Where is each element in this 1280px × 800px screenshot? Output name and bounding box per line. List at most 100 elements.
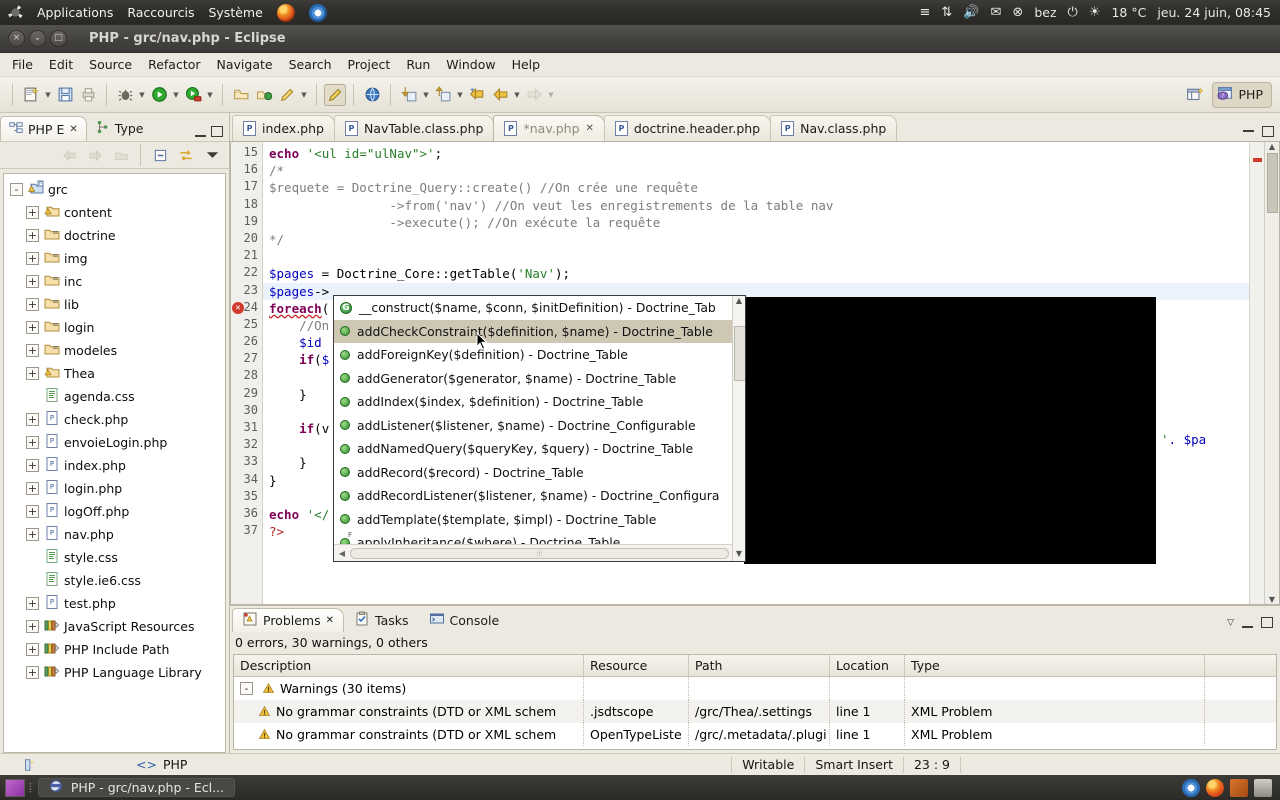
view-menu-icon[interactable]: ▽ [1227, 618, 1234, 628]
tab-php-explorer[interactable]: PHP E ✕ [0, 116, 87, 141]
overview-marker-bar[interactable] [1249, 142, 1264, 604]
autocomplete-item[interactable]: addRecordListener($listener, $name) - Do… [334, 484, 745, 508]
link-with-editor-icon[interactable] [177, 146, 195, 164]
previous-annotation-dropdown-icon[interactable]: ▼ [455, 91, 465, 99]
editor-tab-nav-class-php[interactable]: P Nav.class.php [770, 115, 898, 141]
editor-vertical-scrollbar[interactable]: ▲ ▼ [1264, 142, 1279, 604]
minimize-icon[interactable] [1242, 622, 1253, 628]
menu-navigate[interactable]: Navigate [209, 54, 281, 75]
open-type-icon[interactable] [230, 84, 252, 106]
tree-item-inc[interactable]: + inc [4, 270, 225, 293]
tree-item-javascript-resources[interactable]: + JavaScript Resources [4, 615, 225, 638]
edit-dropdown-icon[interactable]: ▼ [299, 91, 309, 99]
expand-twisty-icon[interactable]: + [26, 528, 39, 541]
expand-twisty-icon[interactable]: + [26, 666, 39, 679]
autocomplete-item[interactable]: G __construct($name, $conn, $initDefiniti… [334, 296, 745, 320]
tree-item-agenda-css[interactable]: agenda.css [4, 385, 225, 408]
power-icon[interactable]: ⏻ [1068, 6, 1078, 19]
autocomplete-item[interactable]: addTemplate($template, $impl) - Doctrine… [334, 508, 745, 532]
mail-icon[interactable]: ✉ [991, 6, 1002, 19]
autocomplete-item[interactable]: addListener($listener, $name) - Doctrine… [334, 414, 745, 438]
tree-item-php-include-path[interactable]: + PHP Include Path [4, 638, 225, 661]
column-header-path[interactable]: Path [689, 655, 830, 676]
debug-dropdown-icon[interactable]: ▼ [137, 91, 147, 99]
code-line[interactable]: $requete = Doctrine_Query::create() //On… [269, 179, 1249, 196]
table-row[interactable]: No grammar constraints (DTD or XML schem… [234, 700, 1276, 723]
column-header-resource[interactable]: Resource [584, 655, 689, 676]
gnome-menu-applications[interactable]: Applications [37, 5, 113, 20]
back-icon[interactable] [489, 84, 511, 106]
collapse-twisty-icon[interactable]: - [10, 183, 23, 196]
expand-twisty-icon[interactable]: + [26, 597, 39, 610]
bottom-tab-problems[interactable]: Problems ✕ [232, 608, 345, 632]
expand-twisty-icon[interactable]: + [26, 298, 39, 311]
expand-twisty-icon[interactable]: + [26, 413, 39, 426]
maximize-button[interactable]: □ [50, 30, 67, 47]
maximize-icon[interactable] [1262, 126, 1274, 137]
taskbar-window-button[interactable]: PHP - grc/nav.php - Ecl... [37, 778, 236, 797]
column-header-location[interactable]: Location [830, 655, 905, 676]
autocomplete-horizontal-scrollbar[interactable]: ◀ ⦙⦙⦙ ▶ [334, 544, 745, 561]
chrome-tray-icon[interactable] [1182, 778, 1200, 797]
column-header-description[interactable]: Description [234, 655, 584, 676]
gnome-menu-systeme[interactable]: Système [208, 5, 262, 20]
scrollbar-thumb[interactable] [734, 326, 745, 381]
expand-twisty-icon[interactable]: + [26, 275, 39, 288]
autocomplete-item[interactable]: addRecord($record) - Doctrine_Table [334, 461, 745, 485]
autocomplete-popup[interactable]: G __construct($name, $conn, $initDefiniti… [333, 295, 746, 562]
run-external-dropdown-icon[interactable]: ▼ [205, 91, 215, 99]
close-icon[interactable]: ✕ [69, 124, 77, 135]
expand-twisty-icon[interactable]: + [26, 321, 39, 334]
expand-twisty-icon[interactable]: + [26, 367, 39, 380]
code-line[interactable]: echo '<ul id="ulNav">'; [269, 145, 1249, 162]
expand-twisty-icon[interactable]: + [26, 436, 39, 449]
error-marker[interactable] [1253, 158, 1262, 162]
collapse-twisty-icon[interactable]: - [240, 682, 253, 695]
run-external-tool-icon[interactable] [182, 84, 204, 106]
code-line[interactable]: ->execute(); //On exécute la requête [269, 214, 1249, 231]
minimize-button[interactable]: ⌄ [29, 30, 46, 47]
expand-twisty-icon[interactable]: + [26, 620, 39, 633]
tree-item-style-css[interactable]: style.css [4, 546, 225, 569]
bottom-tab-tasks[interactable]: Tasks [344, 608, 419, 632]
firefox-icon[interactable] [276, 3, 295, 22]
tree-item-nav-php[interactable]: + Pnav.php [4, 523, 225, 546]
error-marker-icon[interactable]: ✕ [232, 301, 244, 314]
back-dropdown-icon[interactable]: ▼ [512, 91, 522, 99]
autocomplete-list[interactable]: G __construct($name, $conn, $initDefiniti… [334, 296, 745, 544]
table-row[interactable]: - Warnings (30 items) [234, 677, 1276, 700]
volume-icon[interactable]: 🔊 [963, 6, 979, 19]
menu-help[interactable]: Help [504, 54, 549, 75]
minimize-icon[interactable] [1243, 126, 1254, 132]
close-icon[interactable]: ✕ [326, 615, 334, 626]
problems-table[interactable]: Description Resource Path Location Type - War… [233, 654, 1277, 750]
new-wizard-icon[interactable] [20, 84, 42, 106]
menu-run[interactable]: Run [398, 54, 438, 75]
network-up-down-icon[interactable]: ⇅ [941, 6, 952, 19]
tree-item-login[interactable]: + login [4, 316, 225, 339]
code-line[interactable]: /* [269, 162, 1249, 179]
open-perspective-icon[interactable] [1184, 84, 1206, 106]
tree-item-img[interactable]: + img [4, 247, 225, 270]
menu-edit[interactable]: Edit [41, 54, 81, 75]
project-tree[interactable]: - Pgrc + content + doctrine + img + inc + lib + login… [3, 173, 226, 753]
editor-tab-nav-php[interactable]: P *nav.php ✕ [493, 115, 605, 141]
debug-icon[interactable] [114, 84, 136, 106]
autocomplete-item[interactable]: addGenerator($generator, $name) - Doctri… [334, 367, 745, 391]
edit-icon[interactable] [276, 84, 298, 106]
editor-tab-navtable-class-php[interactable]: P NavTable.class.php [333, 115, 495, 141]
tree-item-modeles[interactable]: + modeles [4, 339, 225, 362]
scroll-up-icon[interactable]: ▲ [733, 296, 745, 308]
scrollbar-thumb[interactable] [1267, 153, 1278, 213]
tree-item-lib[interactable]: + lib [4, 293, 225, 316]
tree-item-style-ie6-css[interactable]: style.ie6.css [4, 569, 225, 592]
autocomplete-item[interactable]: addCheckConstraint($definition, $name) -… [334, 319, 745, 343]
expand-twisty-icon[interactable]: + [26, 344, 39, 357]
maximize-icon[interactable] [1261, 617, 1273, 628]
menu-file[interactable]: File [4, 54, 41, 75]
open-resource-icon[interactable] [253, 84, 275, 106]
run-icon[interactable] [148, 84, 170, 106]
show-desktop-icon[interactable] [5, 778, 25, 797]
scrollbar-thumb[interactable]: ⦙⦙⦙ [350, 547, 729, 559]
datetime-label[interactable]: jeu. 24 juin, 08:45 [1157, 5, 1271, 20]
